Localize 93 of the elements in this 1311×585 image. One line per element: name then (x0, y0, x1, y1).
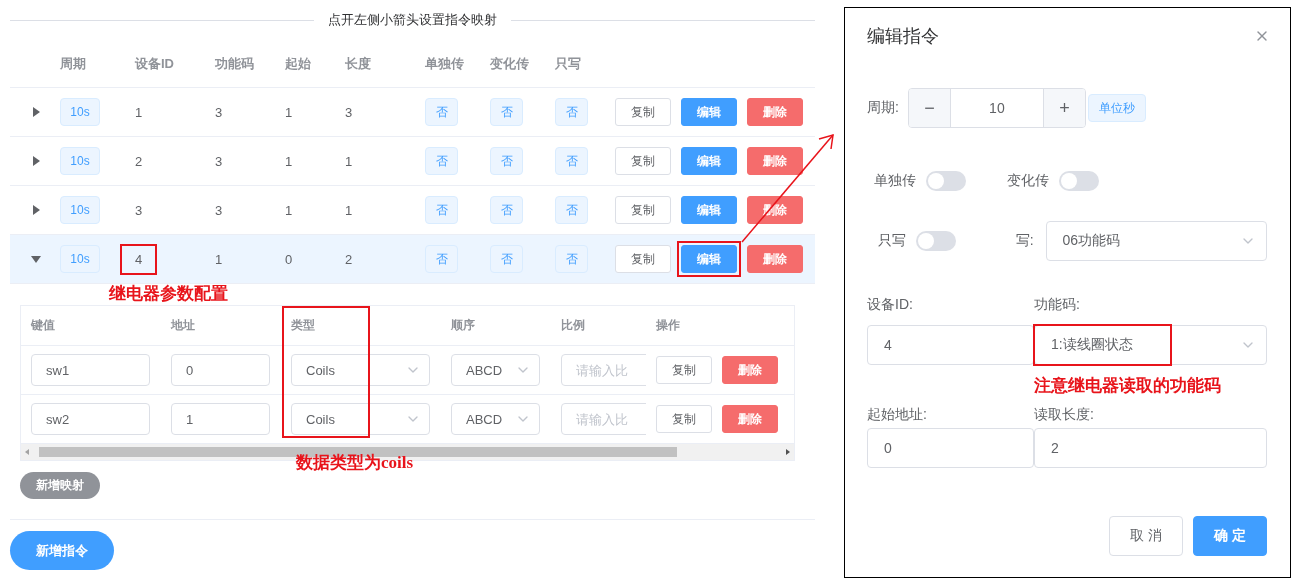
table-cell-text: 1 (345, 153, 354, 169)
increment-button[interactable]: + (1043, 89, 1085, 127)
table-cell-text: 1 (285, 104, 294, 120)
table-cell: 4 (120, 243, 158, 275)
table-cell-text: 3 (215, 202, 224, 218)
cycle-tag: 10s (60, 196, 100, 224)
toggle-switch[interactable] (1059, 171, 1099, 191)
field-label: 写: (1015, 232, 1035, 250)
decrement-button[interactable]: − (908, 89, 950, 127)
copy-button[interactable]: 复制 (656, 405, 712, 433)
copy-button[interactable]: 复制 (615, 147, 671, 175)
field-label: 读取长度: (1034, 406, 1095, 424)
flag-tag: 否 (555, 196, 588, 224)
dialog-title: 编辑指令 (867, 25, 939, 48)
switch-label: 只写 (878, 232, 906, 250)
write-select[interactable]: 06功能码 (1045, 221, 1267, 261)
column-header: 起始 (285, 54, 312, 73)
annotation-text: 注意继电器读取的功能码 (1034, 375, 1222, 397)
column-header: 只写 (555, 54, 582, 73)
annotation-text: 数据类型为coils (296, 452, 414, 474)
ratio-input[interactable]: 请输入比 (561, 354, 646, 386)
read-length-input[interactable]: 2 (1034, 428, 1267, 468)
copy-button[interactable]: 复制 (615, 196, 671, 224)
column-header: 顺序 (450, 317, 476, 334)
address-input[interactable]: 1 (171, 403, 270, 435)
column-header: 周期 (60, 54, 87, 73)
copy-button[interactable]: 复制 (615, 245, 671, 273)
flag-tag: 否 (425, 245, 458, 273)
flag-tag: 否 (490, 245, 523, 273)
flag-tag: 否 (490, 98, 523, 126)
column-header: 功能码 (215, 54, 255, 73)
toggle-switch[interactable] (916, 231, 956, 251)
column-header: 比例 (560, 317, 586, 334)
field-label: 周期: (867, 99, 899, 117)
copy-button[interactable]: 复制 (656, 356, 712, 384)
flag-tag: 否 (425, 196, 458, 224)
caret-down-icon[interactable] (30, 253, 42, 265)
switch-label: 变化传 (1007, 172, 1049, 190)
table-cell-text: 3 (345, 104, 354, 120)
column-header: 变化传 (490, 54, 530, 73)
flag-tag: 否 (555, 245, 588, 273)
copy-button[interactable]: 复制 (615, 98, 671, 126)
column-header: 地址 (169, 317, 196, 334)
flag-tag: 否 (490, 147, 523, 175)
key-input[interactable]: sw2 (31, 403, 150, 435)
key-input[interactable]: sw1 (31, 354, 150, 386)
table-cell-text: 0 (285, 251, 294, 267)
start-address-input[interactable]: 0 (867, 428, 1034, 468)
table-cell: 2 (135, 153, 143, 169)
column-header: 单独传 (425, 54, 465, 73)
table-cell: 3 (135, 202, 143, 218)
table-cell-text: 2 (345, 251, 354, 267)
table-cell-text: 1 (215, 251, 224, 267)
cycle-tag: 10s (60, 147, 100, 175)
cancel-button[interactable]: 取 消 (1109, 516, 1183, 556)
cycle-tag: 10s (60, 245, 100, 273)
table-cell-text: 1 (345, 202, 354, 218)
toggle-switch[interactable] (926, 171, 966, 191)
caret-right-icon[interactable] (30, 204, 42, 216)
flag-tag: 否 (490, 196, 523, 224)
field-label: 起始地址: (867, 406, 928, 424)
caret-right-icon[interactable] (30, 155, 42, 167)
type-select[interactable]: Coils (291, 403, 430, 435)
table-cell: 1 (135, 104, 143, 120)
device-id-input[interactable]: 4 (867, 325, 1034, 365)
flag-tag: 否 (555, 147, 588, 175)
number-input[interactable]: − 10 + (907, 88, 1086, 128)
flag-tag: 否 (425, 147, 458, 175)
unit-tag: 单位秒 (1087, 94, 1146, 122)
table-cell-text: 3 (215, 153, 224, 169)
table-cell-text: 1 (285, 153, 294, 169)
cycle-tag: 10s (60, 98, 100, 126)
caret-right-icon[interactable] (30, 106, 42, 118)
annotation-text: 继电器参数配置 (109, 283, 228, 305)
column-header: 长度 (345, 54, 372, 73)
function-code-select[interactable]: 1:读线圈状态 (1034, 325, 1267, 365)
table-cell-text: 3 (215, 104, 224, 120)
type-select[interactable]: Coils (291, 354, 430, 386)
order-select[interactable]: ABCD (451, 403, 540, 435)
flag-tag: 否 (425, 98, 458, 126)
column-header: 操作 (655, 317, 681, 334)
table-cell-text: 1 (285, 202, 294, 218)
switch-label: 单独传 (874, 172, 916, 190)
column-header: 类型 (290, 317, 316, 334)
column-header: 键值 (30, 317, 56, 334)
address-input[interactable]: 0 (171, 354, 270, 386)
column-header: 设备ID (135, 54, 175, 73)
order-select[interactable]: ABCD (451, 354, 540, 386)
ratio-input[interactable]: 请输入比 (561, 403, 646, 435)
section-title: 点开左侧小箭头设置指令映射 (328, 11, 497, 29)
field-label: 设备ID: (867, 295, 914, 314)
field-label: 功能码: (1034, 295, 1081, 314)
flag-tag: 否 (555, 98, 588, 126)
